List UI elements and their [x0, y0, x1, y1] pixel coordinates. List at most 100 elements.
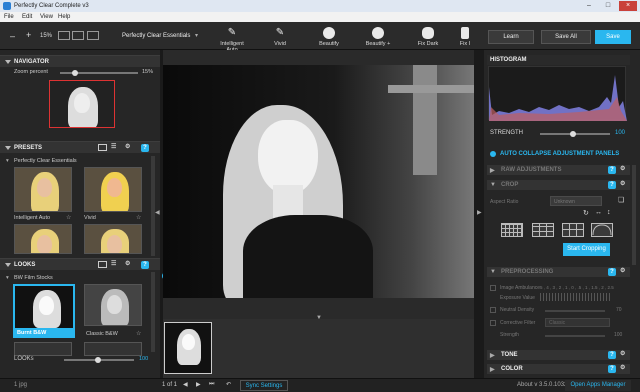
help-icon[interactable]: ?	[608, 351, 616, 359]
help-icon[interactable]: ?	[608, 181, 616, 189]
split-view-icon[interactable]	[72, 31, 84, 40]
color-header[interactable]: ▶ COLOR ? ⚙	[487, 364, 630, 374]
gear-icon[interactable]: ⚙	[620, 350, 625, 357]
looks-scrollbar[interactable]	[151, 272, 155, 352]
look-thumbnail-classic-bw[interactable]	[84, 284, 142, 326]
preset-thumbnail[interactable]	[84, 224, 142, 254]
grid-overlay-thirds-icon[interactable]	[532, 223, 554, 237]
corrective-filter-checkbox[interactable]	[490, 320, 496, 326]
aspect-ratio-select[interactable]: Unknown	[550, 196, 602, 206]
menu-file[interactable]: File	[4, 14, 14, 20]
chevron-down-icon[interactable]: ▾	[6, 275, 9, 281]
image-ambulance-checkbox[interactable]	[490, 285, 496, 291]
help-icon[interactable]: ?	[608, 268, 616, 276]
preset-beautify[interactable]: Beautify	[311, 27, 347, 47]
preset-thumbnail-vivid[interactable]	[84, 167, 142, 212]
gear-icon[interactable]: ⚙	[620, 180, 625, 187]
strength-slider-knob[interactable]	[570, 131, 576, 137]
preset-vivid[interactable]: ✎ Vivid	[262, 27, 298, 47]
menu-help[interactable]: Help	[58, 14, 70, 20]
prev-icon[interactable]: ◀	[183, 381, 188, 388]
undo-icon[interactable]: ↶	[226, 381, 231, 388]
compare-view-icon[interactable]	[87, 31, 99, 40]
navigator-header[interactable]: NAVIGATOR	[0, 55, 160, 67]
zoom-in-icon[interactable]: +	[26, 30, 31, 40]
star-icon[interactable]: ☆	[66, 214, 71, 221]
chevron-down-icon[interactable]: ▾	[195, 32, 198, 39]
save-all-button[interactable]: Save All	[541, 30, 591, 44]
sync-settings-button[interactable]: Sync Settings	[240, 380, 288, 391]
gear-icon[interactable]: ⚙	[620, 165, 625, 172]
crop-header[interactable]: ▼ CROP ? ⚙	[487, 180, 630, 190]
save-button[interactable]: Save	[595, 30, 631, 44]
help-icon[interactable]: ?	[608, 166, 616, 174]
gear-icon[interactable]: ⚙	[125, 260, 130, 267]
strength-label: STRENGTH	[490, 130, 523, 136]
gear-icon[interactable]: ⚙	[125, 143, 130, 150]
open-apps-manager-button[interactable]: Open Apps Manager	[565, 380, 631, 391]
grid-overlay-square-icon[interactable]	[562, 223, 584, 237]
help-icon[interactable]: ?	[608, 365, 616, 373]
grid-view-icon[interactable]	[98, 261, 107, 268]
maximize-icon[interactable]: □	[599, 1, 617, 11]
preset-fix-dark[interactable]: Fix Dark	[410, 27, 446, 47]
look-thumbnail[interactable]	[14, 342, 72, 356]
tone-header[interactable]: ▶ TONE ? ⚙	[487, 350, 630, 360]
golden-spiral-icon[interactable]	[591, 223, 613, 237]
main-photo[interactable]	[163, 65, 474, 298]
collapse-right-icon[interactable]: ▶	[477, 209, 482, 216]
collapse-left-icon[interactable]: ◀	[155, 209, 160, 216]
preset-selector[interactable]: Perfectly Clear Essentials	[122, 33, 190, 39]
star-icon[interactable]: ☆	[136, 214, 141, 221]
zoom-slider-knob[interactable]	[72, 70, 78, 76]
list-view-icon[interactable]: ☰	[111, 143, 116, 150]
next-icon[interactable]: ▶	[196, 381, 201, 388]
last-icon[interactable]: ⏭	[209, 381, 214, 388]
chevron-down-icon[interactable]: ▾	[6, 158, 9, 164]
histogram-header[interactable]: HISTOGRAM	[487, 55, 630, 65]
help-icon[interactable]: ?	[141, 144, 149, 152]
learn-button[interactable]: Learn	[488, 30, 534, 44]
gear-icon[interactable]: ⚙	[620, 267, 625, 274]
strength2-slider[interactable]	[545, 335, 605, 337]
neutral-density-slider[interactable]	[545, 310, 605, 312]
grid-view-icon[interactable]	[98, 144, 107, 151]
raw-adjustments-header[interactable]: ▶ RAW ADJUSTMENTS ? ⚙	[487, 165, 630, 175]
phone-icon	[461, 27, 469, 39]
corrective-filter-select[interactable]: Classic	[545, 318, 610, 327]
filmstrip-thumbnail[interactable]	[164, 322, 212, 374]
presets-scrollbar[interactable]	[151, 156, 155, 256]
star-icon[interactable]: ☆	[136, 330, 141, 337]
start-cropping-button[interactable]: Start Cropping	[563, 243, 610, 256]
look-thumbnail-burnt-bw[interactable]: Burnt B&W	[13, 284, 75, 338]
menu-view[interactable]: View	[40, 14, 53, 20]
preset-thumbnail-intelligent-auto[interactable]	[14, 167, 72, 212]
right-scrollbar[interactable]	[632, 165, 636, 265]
list-view-icon[interactable]: ☰	[111, 260, 116, 267]
close-icon[interactable]: ×	[619, 1, 637, 11]
looks-strength-knob[interactable]	[95, 357, 101, 363]
flip-vertical-icon[interactable]: ↕	[607, 209, 611, 216]
preset-beautify-plus[interactable]: Beautify +	[360, 27, 396, 47]
grid-overlay-fine-icon[interactable]	[501, 223, 523, 237]
rotate-icon[interactable]: ↻	[583, 209, 589, 217]
presets-header[interactable]: PRESETS ☰ ⚙ ?	[0, 141, 160, 153]
flip-horizontal-icon[interactable]: ↔	[595, 209, 602, 216]
menu-edit[interactable]: Edit	[22, 14, 32, 20]
minimize-icon[interactable]: –	[580, 1, 598, 11]
navigator-thumbnail[interactable]	[49, 80, 115, 128]
single-view-icon[interactable]	[58, 31, 70, 40]
zoom-out-icon[interactable]: –	[10, 31, 15, 41]
crop-icon[interactable]: ❏	[618, 196, 624, 204]
preset-thumbnail[interactable]	[14, 224, 72, 254]
gear-icon[interactable]: ⚙	[620, 364, 625, 371]
auto-collapse-radio[interactable]	[490, 151, 496, 157]
looks-header[interactable]: LOOKS ☰ ⚙ ?	[0, 258, 160, 270]
preprocessing-header[interactable]: ▼ PREPROCESSING ? ⚙	[487, 267, 630, 277]
auto-collapse-label[interactable]: AUTO COLLAPSE ADJUSTMENT PANELS	[500, 151, 619, 157]
look-thumbnail[interactable]	[84, 342, 142, 356]
help-icon[interactable]: ?	[141, 261, 149, 269]
exposure-value-slider[interactable]	[540, 293, 610, 301]
neutral-density-checkbox[interactable]	[490, 307, 496, 313]
preset-fix-i[interactable]: Fix I	[452, 27, 478, 47]
